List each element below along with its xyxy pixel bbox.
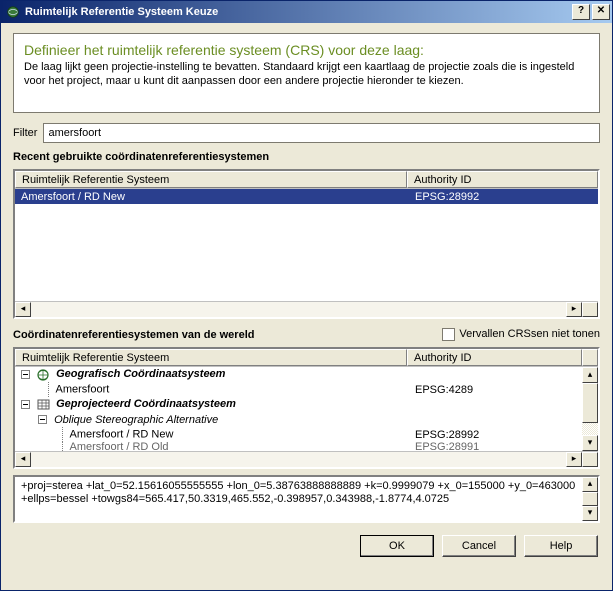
- proj-string-panel: +proj=sterea +lat_0=52.15616055555555 +l…: [13, 475, 600, 523]
- scroll-track[interactable]: [31, 302, 566, 317]
- help-button[interactable]: Help: [524, 535, 598, 557]
- tree-node-projected[interactable]: Geprojecteerd Coördinaatsysteem: [15, 397, 598, 412]
- filter-input[interactable]: [43, 123, 600, 143]
- scroll-left-icon[interactable]: ◂: [15, 302, 31, 317]
- scroll-down-icon[interactable]: ▾: [582, 506, 598, 521]
- dialog-button-row: OK Cancel Help: [13, 529, 600, 559]
- tree-item-amersfoort-geo[interactable]: Amersfoort EPSG:4289: [15, 382, 598, 397]
- tree-item-name: Amersfoort / RD New: [70, 428, 174, 440]
- proj-vscroll[interactable]: ▴ ▾: [582, 477, 598, 521]
- hide-deprecated-label: Vervallen CRSsen niet tonen: [459, 328, 600, 340]
- scroll-thumb[interactable]: [582, 492, 598, 506]
- world-tree-body[interactable]: Geografisch Coördinaatsysteem Amersfoort…: [15, 367, 598, 451]
- recent-row-name: Amersfoort / RD New: [15, 191, 409, 203]
- checkbox-icon: [442, 328, 455, 341]
- scroll-thumb[interactable]: [582, 383, 598, 423]
- intro-title: Definieer het ruimtelijk referentie syst…: [24, 42, 589, 58]
- app-icon: [5, 4, 21, 20]
- scroll-right-icon[interactable]: ▸: [566, 302, 582, 317]
- recent-row-selected[interactable]: Amersfoort / RD New EPSG:28992: [15, 189, 598, 204]
- tree-item-name: Amersfoort / RD Old: [70, 442, 169, 451]
- window-title: Ruimtelijk Referentie Systeem Keuze: [25, 6, 572, 18]
- tree-item-auth: EPSG:28992: [409, 429, 598, 441]
- client-area: Definieer het ruimtelijk referentie syst…: [1, 23, 612, 590]
- scroll-track[interactable]: [31, 452, 566, 467]
- scroll-left-icon[interactable]: ◂: [15, 452, 31, 467]
- recent-col-auth[interactable]: Authority ID: [407, 171, 598, 188]
- world-hscroll[interactable]: ◂ ▸: [15, 451, 598, 467]
- tree-item-rdnew[interactable]: Amersfoort / RD New EPSG:28992: [15, 427, 598, 442]
- projection-icon: [37, 399, 51, 411]
- world-section-row: Coördinatenreferentiesystemen van de wer…: [13, 327, 600, 341]
- world-section-label: Coördinatenreferentiesystemen van de wer…: [13, 329, 442, 341]
- tree-node-oblique[interactable]: Oblique Stereographic Alternative: [15, 412, 598, 427]
- recent-section-label: Recent gebruikte coördinatenreferentiesy…: [13, 151, 600, 163]
- world-crs-tree[interactable]: Ruimtelijk Referentie Systeem Authority …: [13, 347, 600, 469]
- recent-row-auth: EPSG:28992: [409, 191, 598, 203]
- collapse-icon[interactable]: [21, 370, 30, 379]
- world-col-corner: [582, 349, 598, 366]
- tree-label-projected: Geprojecteerd Coördinaatsysteem: [56, 398, 236, 410]
- world-col-auth[interactable]: Authority ID: [407, 349, 582, 366]
- tree-label-oblique: Oblique Stereographic Alternative: [54, 414, 218, 426]
- tree-item-auth: EPSG:28991: [409, 442, 598, 451]
- intro-text: De laag lijkt geen projectie-instelling …: [24, 60, 589, 88]
- collapse-icon[interactable]: [21, 400, 30, 409]
- intro-panel: Definieer het ruimtelijk referentie syst…: [13, 33, 600, 113]
- recent-list-body[interactable]: Amersfoort / RD New EPSG:28992: [15, 189, 598, 301]
- world-vscroll[interactable]: ▴ ▾: [582, 367, 598, 451]
- recent-list-header: Ruimtelijk Referentie Systeem Authority …: [15, 171, 598, 189]
- scroll-up-icon[interactable]: ▴: [582, 477, 598, 492]
- scroll-corner: [582, 302, 598, 317]
- proj-string-text[interactable]: +proj=sterea +lat_0=52.15616055555555 +l…: [15, 477, 582, 521]
- tree-item-rdold[interactable]: Amersfoort / RD Old EPSG:28991: [15, 442, 598, 451]
- close-titlebar-button[interactable]: ✕: [592, 4, 610, 20]
- scroll-up-icon[interactable]: ▴: [582, 367, 598, 383]
- globe-icon: [37, 369, 51, 381]
- scroll-right-icon[interactable]: ▸: [566, 452, 582, 467]
- ok-button[interactable]: OK: [360, 535, 434, 557]
- scroll-corner: [582, 452, 598, 467]
- scroll-down-icon[interactable]: ▾: [582, 435, 598, 451]
- recent-hscroll[interactable]: ◂ ▸: [15, 301, 598, 317]
- titlebar: Ruimtelijk Referentie Systeem Keuze ? ✕: [1, 1, 612, 23]
- filter-label: Filter: [13, 127, 37, 139]
- recent-col-name[interactable]: Ruimtelijk Referentie Systeem: [15, 171, 407, 188]
- recent-crs-list[interactable]: Ruimtelijk Referentie Systeem Authority …: [13, 169, 600, 319]
- cancel-button[interactable]: Cancel: [442, 535, 516, 557]
- tree-item-auth: EPSG:4289: [409, 384, 598, 396]
- world-col-name[interactable]: Ruimtelijk Referentie Systeem: [15, 349, 407, 366]
- tree-node-geographic[interactable]: Geografisch Coördinaatsysteem: [15, 367, 598, 382]
- tree-label-geographic: Geografisch Coördinaatsysteem: [56, 368, 225, 380]
- dialog-window: Ruimtelijk Referentie Systeem Keuze ? ✕ …: [0, 0, 613, 591]
- hide-deprecated-checkbox[interactable]: Vervallen CRSsen niet tonen: [442, 328, 600, 341]
- filter-row: Filter: [13, 123, 600, 143]
- world-list-header: Ruimtelijk Referentie Systeem Authority …: [15, 349, 598, 367]
- help-titlebar-button[interactable]: ?: [572, 4, 590, 20]
- tree-item-name: Amersfoort: [56, 383, 110, 395]
- collapse-icon[interactable]: [38, 415, 47, 424]
